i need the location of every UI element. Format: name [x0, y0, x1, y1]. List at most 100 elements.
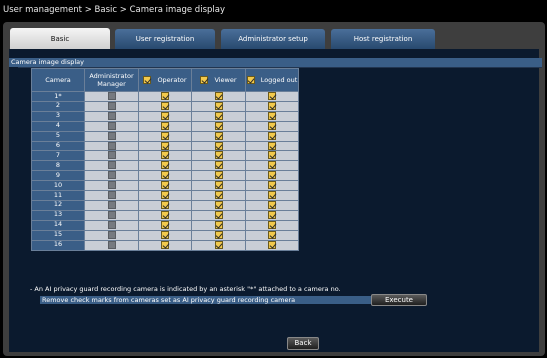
operator-checkbox[interactable]	[161, 151, 169, 160]
viewer-cell	[191, 140, 246, 152]
viewer-checkbox[interactable]	[214, 171, 223, 180]
logged-out-checkbox[interactable]	[268, 240, 276, 249]
viewer-cell	[191, 130, 246, 142]
viewer-checkbox[interactable]	[214, 121, 223, 130]
viewer-checkbox[interactable]	[214, 141, 223, 150]
operator-checkbox[interactable]	[161, 92, 169, 100]
operator-cell	[138, 170, 192, 182]
viewer-cell	[191, 190, 246, 201]
table-row: 8	[31, 160, 299, 172]
operator-cell	[138, 219, 192, 231]
administrator-checkbox	[107, 151, 116, 160]
camera-number-cell: 5	[31, 130, 85, 142]
column-header-camera: Camera	[31, 68, 85, 92]
operator-checkbox[interactable]	[161, 111, 169, 120]
logged-out-cell	[245, 219, 299, 231]
logged-out-checkbox[interactable]	[268, 220, 276, 229]
logged-out-checkbox[interactable]	[268, 101, 276, 110]
logged-out-cell	[245, 190, 299, 201]
logged-out-select-all-checkbox[interactable]	[246, 76, 255, 84]
viewer-checkbox[interactable]	[214, 210, 223, 219]
viewer-cell	[191, 180, 246, 192]
viewer-checkbox[interactable]	[214, 181, 223, 190]
table-row: 11	[31, 190, 299, 201]
operator-checkbox[interactable]	[161, 220, 169, 229]
table-row: 16	[31, 239, 299, 251]
camera-permission-table: Camera Administrator Manager Operator Vi…	[31, 68, 299, 251]
viewer-checkbox[interactable]	[214, 161, 223, 170]
operator-cell	[138, 229, 192, 241]
viewer-checkbox[interactable]	[214, 220, 223, 229]
logged-out-checkbox[interactable]	[268, 151, 276, 160]
viewer-checkbox[interactable]	[214, 92, 223, 100]
administrator-cell	[84, 219, 139, 231]
operator-checkbox[interactable]	[161, 141, 169, 150]
logged-out-checkbox[interactable]	[268, 121, 276, 130]
operator-checkbox[interactable]	[161, 121, 169, 130]
viewer-cell	[191, 110, 246, 122]
logged-out-checkbox[interactable]	[268, 161, 276, 170]
operator-checkbox[interactable]	[161, 101, 169, 110]
execute-button[interactable]: Execute	[371, 294, 427, 306]
operator-cell	[138, 199, 192, 211]
camera-number-cell: 12	[31, 199, 85, 211]
operator-checkbox[interactable]	[161, 181, 169, 190]
administrator-checkbox	[107, 200, 116, 209]
logged-out-checkbox[interactable]	[268, 111, 276, 120]
administrator-checkbox	[107, 191, 116, 200]
camera-number-cell: 7	[31, 150, 85, 162]
logged-out-checkbox[interactable]	[268, 230, 276, 239]
breadcrumb: User management > Basic > Camera image d…	[3, 5, 225, 15]
viewer-cell	[191, 229, 246, 241]
logged-out-cell	[245, 239, 299, 251]
logged-out-checkbox[interactable]	[268, 200, 276, 209]
camera-number-cell: 6	[31, 140, 85, 152]
administrator-checkbox	[107, 220, 116, 229]
operator-cell	[138, 100, 192, 112]
logged-out-cell	[245, 100, 299, 112]
operator-checkbox[interactable]	[161, 230, 169, 239]
operator-checkbox[interactable]	[161, 200, 169, 209]
camera-number-cell: 10	[31, 180, 85, 192]
logged-out-checkbox[interactable]	[268, 171, 276, 180]
logged-out-checkbox[interactable]	[268, 210, 276, 219]
viewer-checkbox[interactable]	[214, 230, 223, 239]
administrator-checkbox	[107, 101, 116, 110]
logged-out-checkbox[interactable]	[268, 141, 276, 150]
tab-host-registration[interactable]: Host registration	[331, 29, 435, 49]
administrator-cell	[84, 199, 139, 211]
operator-select-all-checkbox[interactable]	[143, 76, 152, 84]
viewer-checkbox[interactable]	[214, 151, 223, 160]
operator-checkbox[interactable]	[161, 210, 169, 219]
tab-user-registration[interactable]: User registration	[115, 29, 215, 49]
tab-administrator-setup[interactable]: Administrator setup	[221, 29, 325, 49]
viewer-checkbox[interactable]	[214, 101, 223, 110]
viewer-checkbox[interactable]	[214, 131, 223, 140]
viewer-checkbox[interactable]	[214, 191, 223, 200]
operator-checkbox[interactable]	[161, 161, 169, 170]
logged-out-checkbox[interactable]	[268, 92, 276, 100]
back-button[interactable]: Back	[287, 337, 319, 350]
administrator-checkbox	[107, 210, 116, 219]
administrator-checkbox	[107, 181, 116, 190]
viewer-select-all-checkbox[interactable]	[200, 76, 209, 84]
column-header-viewer: Viewer	[191, 68, 246, 92]
camera-permission-rows: 1* 2 3 4 5 6 7 8 9 10 11 12 13 14 15 16	[31, 91, 299, 251]
operator-checkbox[interactable]	[161, 191, 169, 200]
operator-checkbox[interactable]	[161, 171, 169, 180]
logged-out-checkbox[interactable]	[268, 191, 276, 200]
administrator-checkbox	[107, 141, 116, 150]
logged-out-checkbox[interactable]	[268, 131, 276, 140]
tab-basic[interactable]: Basic	[10, 28, 110, 50]
administrator-cell	[84, 170, 139, 182]
operator-checkbox[interactable]	[161, 131, 169, 140]
viewer-cell	[191, 209, 246, 221]
administrator-cell	[84, 190, 139, 201]
viewer-checkbox[interactable]	[214, 200, 223, 209]
camera-number-cell: 3	[31, 110, 85, 122]
operator-checkbox[interactable]	[161, 240, 169, 249]
logged-out-cell	[245, 130, 299, 142]
logged-out-checkbox[interactable]	[268, 181, 276, 190]
viewer-checkbox[interactable]	[214, 240, 223, 249]
viewer-checkbox[interactable]	[214, 111, 223, 120]
